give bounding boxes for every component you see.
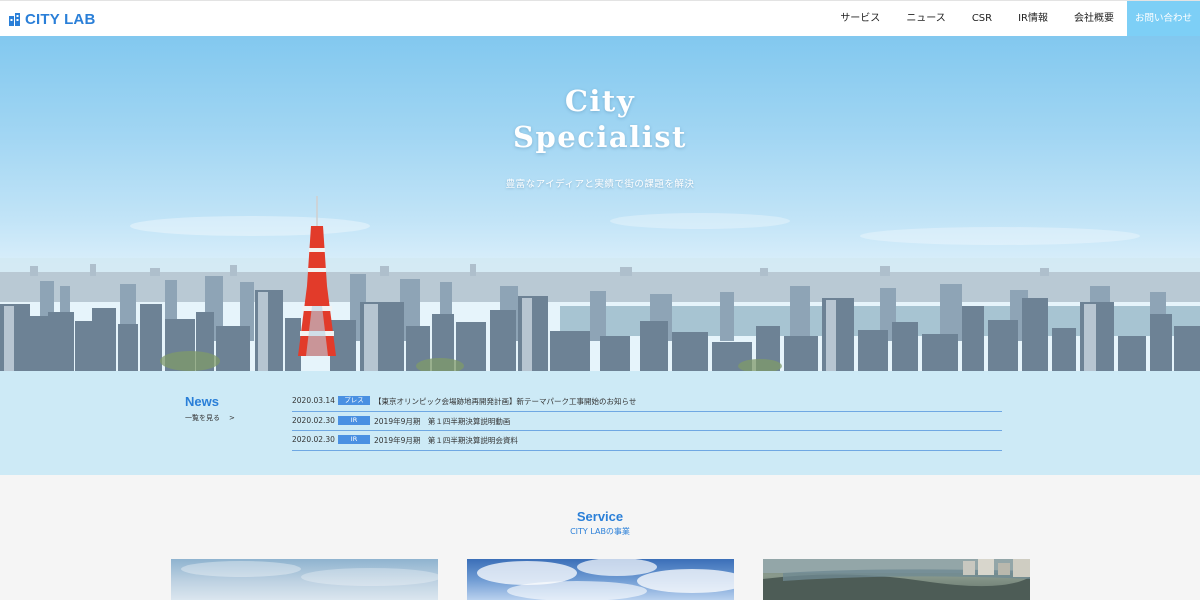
news-tag-badge: IR: [338, 435, 370, 444]
site-header: CITY LAB サービス ニュース CSR IR情報 会社概要 お問い合わせ: [0, 0, 1200, 37]
news-text: 【東京オリンピック会場跡地再開発計画】新テーマパーク工事開始のお知らせ: [374, 397, 637, 406]
service-card-2[interactable]: [467, 559, 734, 600]
hero-subtitle: 豊富なアイディアと実績で街の課題を解決: [505, 179, 695, 190]
hero-title-line1: City: [564, 84, 636, 118]
contact-button[interactable]: お問い合わせ: [1127, 1, 1200, 37]
nav-item-company[interactable]: 会社概要: [1061, 1, 1127, 37]
building-icon: [9, 12, 20, 26]
main-nav: サービス ニュース CSR IR情報 会社概要: [827, 1, 1127, 37]
hero-section: City Specialist 豊富なアイディアと実績で街の課題を解決: [0, 36, 1200, 371]
news-date: 2020.02.30: [292, 415, 335, 425]
logo[interactable]: CITY LAB: [9, 10, 96, 28]
news-tag-badge: IR: [338, 415, 370, 425]
service-card-image: [181, 561, 438, 586]
news-item[interactable]: 2020.03.14 プレス 【東京オリンピック会場跡地再開発計画】新テーマパー…: [292, 392, 1002, 412]
service-subheading: CITY LABの事業: [570, 527, 630, 536]
news-date: 2020.02.30: [292, 435, 335, 444]
news-date: 2020.03.14: [292, 396, 335, 405]
service-card-image: [477, 559, 734, 600]
news-more-label: 一覧を見る: [185, 414, 220, 422]
chevron-right-icon: >: [229, 414, 235, 422]
nav-item-service[interactable]: サービス: [827, 1, 893, 37]
news-heading: News: [185, 394, 219, 409]
logo-text: CITY LAB: [25, 10, 96, 28]
news-item[interactable]: 2020.02.30 IR 2019年9月期 第１四半期決算説明動画: [292, 412, 1002, 431]
service-card-3[interactable]: [763, 559, 1030, 600]
service-section: Service CITY LABの事業: [0, 475, 1200, 600]
news-item[interactable]: 2020.02.30 IR 2019年9月期 第１四半期決算説明会資料: [292, 431, 1002, 451]
news-list: 2020.03.14 プレス 【東京オリンピック会場跡地再開発計画】新テーマパー…: [292, 392, 1002, 451]
service-card-1[interactable]: [171, 559, 438, 600]
news-tag-badge: プレス: [338, 396, 370, 405]
service-heading: Service: [576, 509, 624, 524]
nav-item-news[interactable]: ニュース: [893, 1, 959, 37]
news-text: 2019年9月期 第１四半期決算説明会資料: [374, 436, 518, 445]
hero-title-line2: Specialist: [513, 120, 687, 154]
service-card-image: [763, 559, 1030, 600]
nav-item-ir[interactable]: IR情報: [1005, 1, 1061, 37]
news-section: News 一覧を見る > 2020.03.14 プレス 【東京オリンピック会場跡地…: [0, 371, 1200, 475]
news-text: 2019年9月期 第１四半期決算説明動画: [374, 416, 511, 426]
nav-item-csr[interactable]: CSR: [959, 1, 1005, 37]
news-more-link[interactable]: 一覧を見る >: [185, 413, 235, 423]
